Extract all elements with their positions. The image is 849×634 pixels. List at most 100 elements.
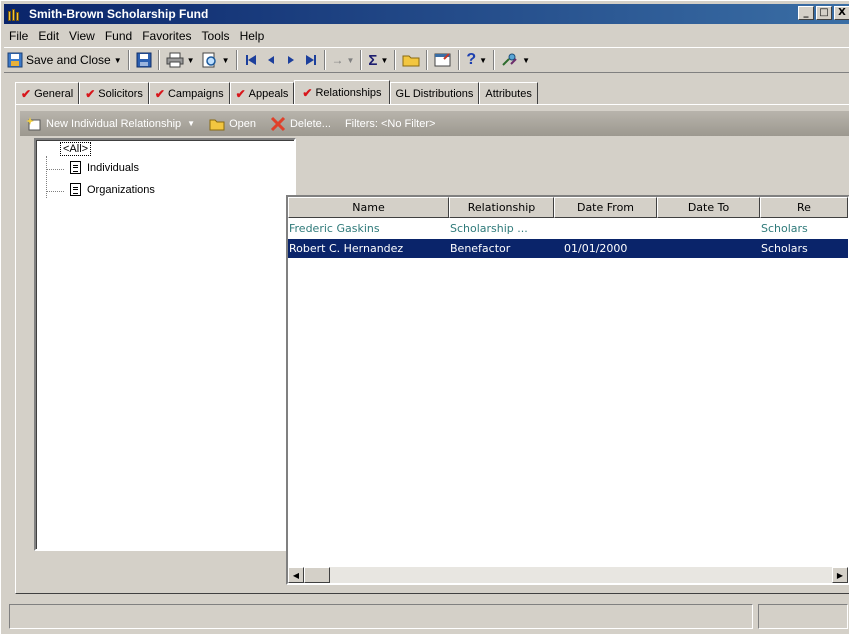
title-bar[interactable]: Smith-Brown Scholarship Fund _ □ X	[4, 4, 849, 24]
maximize-button[interactable]: □	[816, 6, 832, 20]
chevron-down-icon[interactable]: ▼	[187, 56, 195, 65]
status-pane-main	[9, 604, 753, 629]
chevron-down-icon[interactable]: ▼	[114, 56, 122, 65]
cell-reciprocal: Scholars	[761, 242, 808, 255]
properties-button[interactable]	[431, 49, 455, 71]
last-record-icon	[305, 55, 316, 65]
toolbar-separator	[394, 50, 397, 70]
first-record-button[interactable]	[241, 49, 261, 71]
open-button[interactable]: Open	[209, 117, 256, 131]
tree-root-all[interactable]: <All>	[60, 142, 92, 156]
column-header-date-from[interactable]: Date From	[554, 197, 657, 218]
delete-button[interactable]: Delete...	[270, 116, 331, 132]
chevron-down-icon[interactable]: ▼	[222, 56, 230, 65]
status-pane-secondary	[758, 604, 848, 629]
tab-relationships[interactable]: ✔ Relationships	[294, 80, 390, 104]
minimize-button[interactable]: _	[798, 6, 814, 20]
horizontal-scrollbar[interactable]: ◀ ▶	[288, 567, 848, 583]
tab-campaigns[interactable]: ✔ Campaigns	[148, 82, 230, 104]
filters-label[interactable]: Filters: <No Filter>	[345, 118, 435, 130]
menu-file[interactable]: File	[4, 29, 33, 43]
checkmark-icon: ✔	[21, 86, 32, 101]
scrollbar-track[interactable]	[330, 567, 832, 583]
sigma-icon: Σ	[368, 51, 378, 69]
column-header-date-to[interactable]: Date To	[657, 197, 760, 218]
tab-strip: ✔ General ✔ Solicitors ✔ Campaigns ✔ Appeals…	[15, 80, 538, 104]
scrollbar-thumb[interactable]	[304, 567, 330, 583]
scroll-left-icon[interactable]: ◀	[288, 567, 304, 583]
save-close-icon	[7, 52, 23, 68]
delete-x-icon	[270, 116, 286, 131]
new-relationship-label: New Individual Relationship	[46, 117, 182, 130]
floppy-disk-icon	[136, 52, 152, 68]
new-relationship-button[interactable]: New Individual Relationship ▼	[26, 116, 195, 132]
column-header-name[interactable]: Name	[288, 197, 449, 218]
cell-name: Robert C. Hernandez	[289, 242, 404, 255]
column-header-reciprocal[interactable]: Re	[760, 197, 848, 218]
status-bar	[1, 599, 849, 634]
toolbar-separator	[360, 50, 363, 70]
toolbar: Save and Close ▼ ▼ ▼ → ▼ Σ ▼ ? ▼ ▼	[4, 47, 849, 73]
table-row-selected[interactable]: Robert C. Hernandez Benefactor 01/01/200…	[288, 239, 848, 258]
column-header-relationship[interactable]: Relationship	[449, 197, 554, 218]
filter-tree[interactable]: <All> Individuals Organizations	[34, 138, 296, 551]
folder-icon	[402, 55, 420, 67]
save-and-close-button[interactable]: Save and Close ▼	[4, 49, 125, 71]
checkmark-icon: ✔	[235, 86, 246, 101]
toolbar-separator	[323, 50, 326, 70]
toolbar-separator	[493, 50, 496, 70]
tab-gl-distributions[interactable]: GL Distributions	[389, 82, 480, 104]
tab-attributes[interactable]: Attributes	[479, 82, 538, 104]
next-record-button[interactable]	[281, 49, 301, 71]
toolbar-separator	[458, 50, 461, 70]
help-button[interactable]: ? ▼	[463, 49, 490, 71]
menu-tools[interactable]: Tools	[197, 29, 235, 43]
open-folder-button[interactable]	[399, 49, 423, 71]
properties-icon	[434, 53, 451, 67]
open-label: Open	[229, 117, 256, 130]
checkmark-icon: ✔	[302, 85, 313, 100]
grid-header: Name Relationship Date From Date To Re	[288, 197, 848, 218]
scroll-right-icon[interactable]: ▶	[832, 567, 848, 583]
chevron-down-icon[interactable]: ▼	[380, 56, 388, 65]
print-button[interactable]: ▼	[163, 49, 198, 71]
books-icon	[8, 7, 24, 21]
previous-record-icon	[267, 56, 274, 64]
close-button[interactable]: X	[834, 6, 849, 20]
chevron-down-icon[interactable]: ▼	[347, 56, 355, 65]
delete-label: Delete...	[289, 117, 331, 130]
arrow-right-icon: →	[331, 53, 344, 67]
table-row[interactable]: Frederic Gaskins Scholarship ... Scholar…	[288, 219, 848, 238]
cell-date-from: 01/01/2000	[564, 242, 628, 255]
tools-button[interactable]: ▼	[498, 49, 533, 71]
preview-button[interactable]: ▼	[198, 49, 233, 71]
menu-fund[interactable]: Fund	[100, 29, 137, 43]
go-to-button[interactable]: → ▼	[329, 49, 358, 71]
tab-solicitors[interactable]: ✔ Solicitors	[79, 82, 149, 104]
tree-item-individuals[interactable]: Individuals	[70, 161, 139, 174]
tab-appeals[interactable]: ✔ Appeals	[229, 82, 295, 104]
first-record-icon	[245, 55, 256, 65]
chevron-down-icon[interactable]: ▼	[522, 56, 530, 65]
tree-connector	[46, 169, 64, 170]
open-folder-icon	[209, 119, 225, 130]
tree-item-organizations[interactable]: Organizations	[70, 183, 155, 196]
checkmark-icon: ✔	[85, 86, 96, 101]
menu-bar: File Edit View Fund Favorites Tools Help	[4, 26, 269, 46]
chevron-down-icon[interactable]: ▼	[479, 56, 487, 65]
next-record-icon	[287, 56, 294, 64]
menu-help[interactable]: Help	[235, 29, 270, 43]
menu-edit[interactable]: Edit	[33, 29, 64, 43]
previous-record-button[interactable]	[261, 49, 281, 71]
summary-button[interactable]: Σ ▼	[365, 49, 391, 71]
save-button[interactable]	[133, 49, 155, 71]
wizard-tools-icon	[502, 53, 517, 66]
last-record-button[interactable]	[301, 49, 321, 71]
document-icon	[70, 161, 81, 174]
chevron-down-icon[interactable]: ▼	[187, 119, 195, 128]
cell-reciprocal: Scholars	[761, 222, 808, 235]
menu-view[interactable]: View	[64, 29, 100, 43]
menu-favorites[interactable]: Favorites	[137, 29, 196, 43]
tab-general[interactable]: ✔ General	[15, 82, 80, 104]
relationships-grid[interactable]: Name Relationship Date From Date To Re F…	[286, 195, 849, 585]
